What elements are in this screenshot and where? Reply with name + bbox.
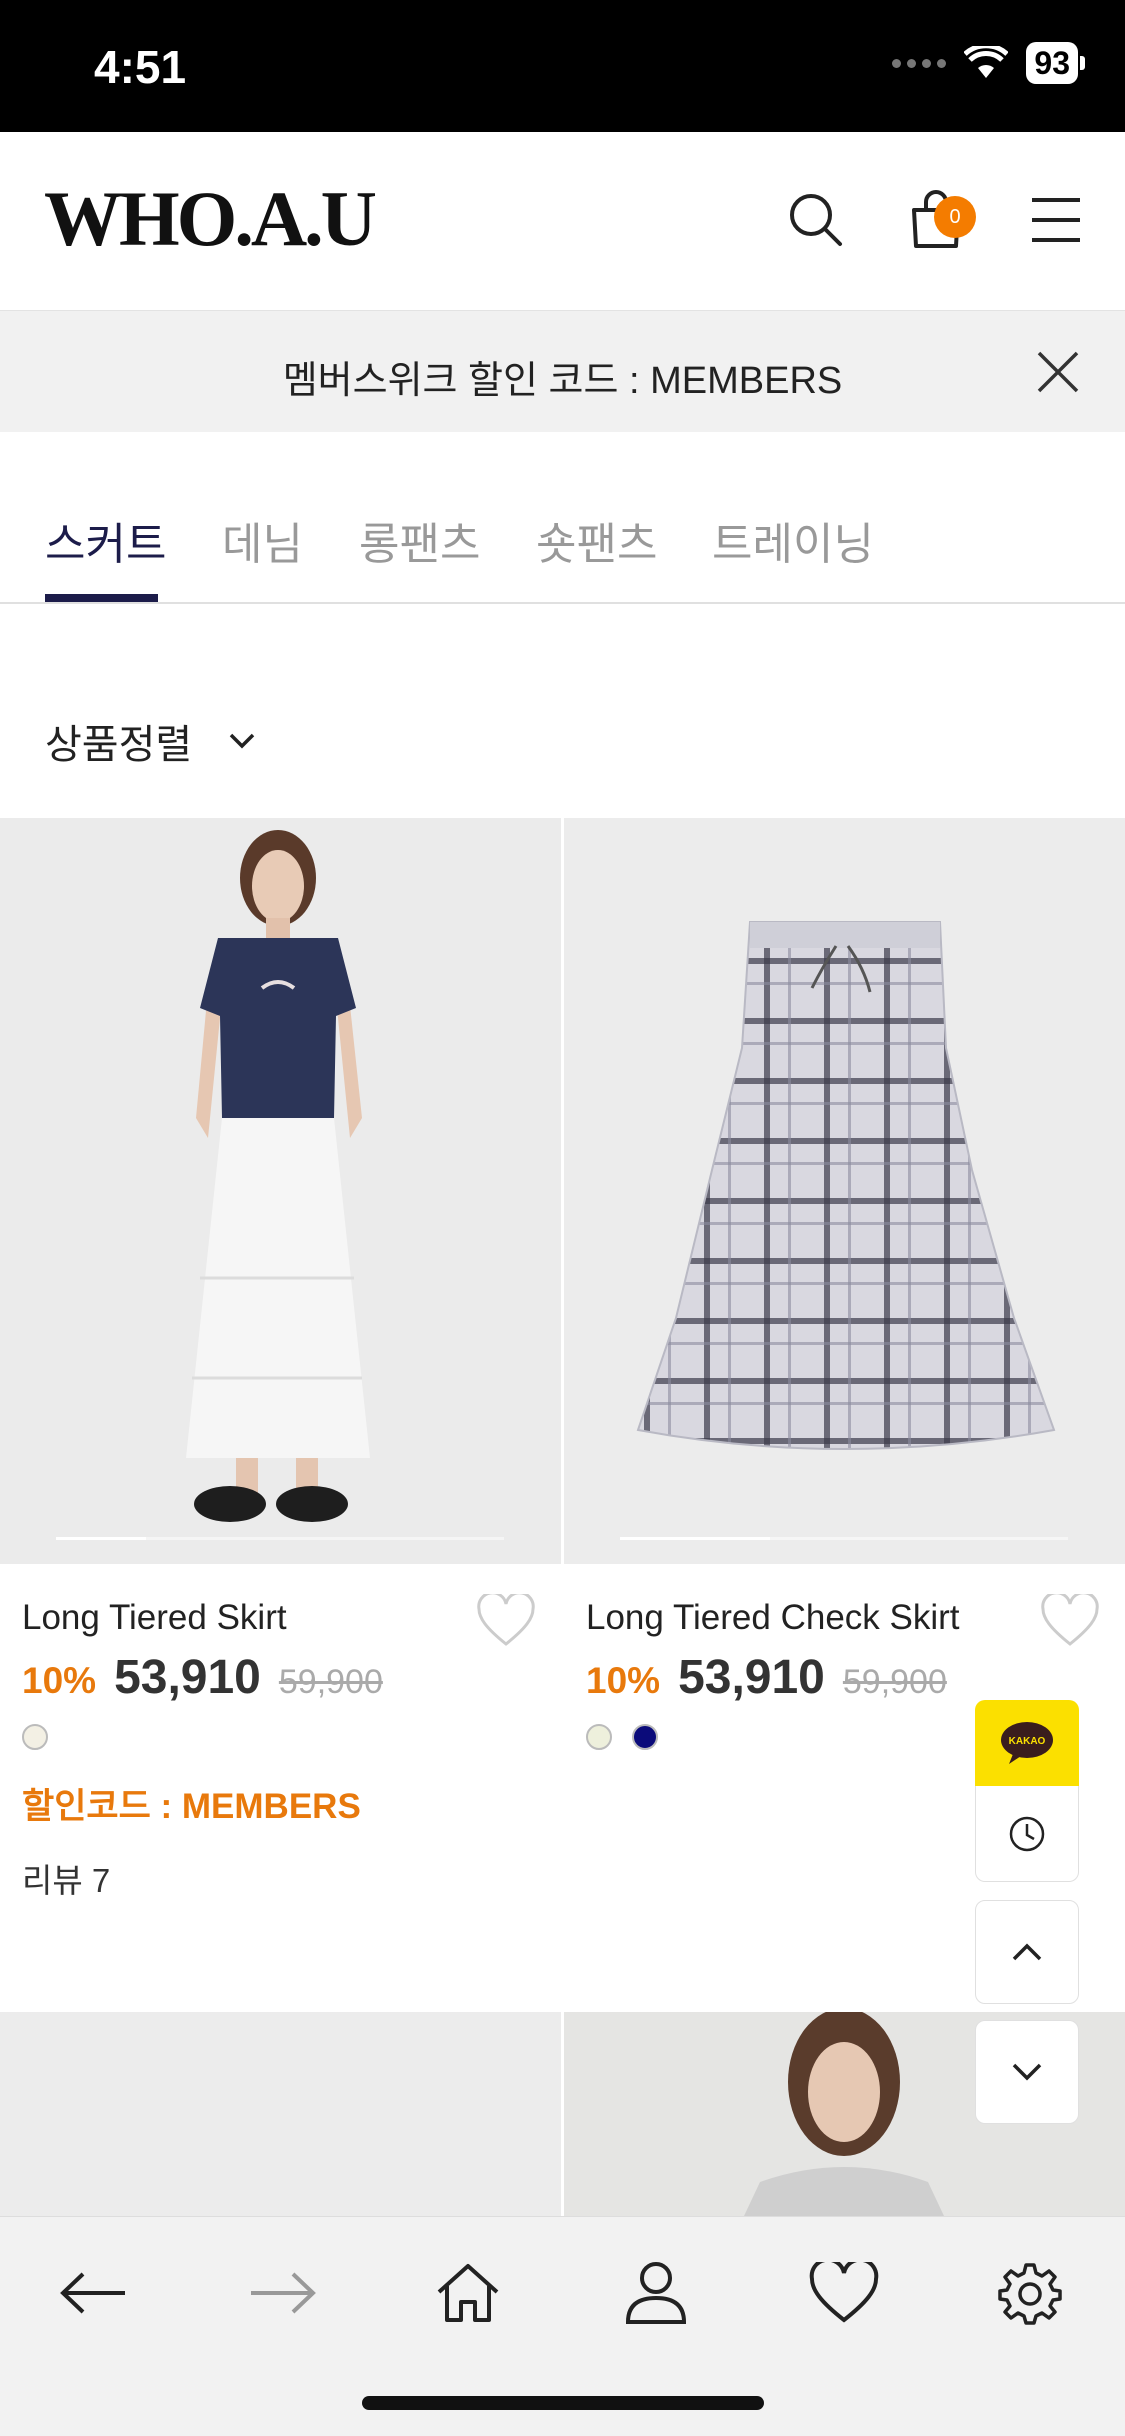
status-indicators: 93	[892, 42, 1085, 84]
account-button[interactable]	[616, 2253, 696, 2333]
sort-label: 상품정렬	[45, 723, 193, 767]
scroll-top-button[interactable]	[975, 1900, 1079, 2004]
tab-skirt[interactable]: 스커트	[45, 508, 166, 572]
menu-icon[interactable]	[1026, 190, 1086, 250]
tab-long-pants[interactable]: 롱팬츠	[359, 508, 480, 572]
promo-banner: 멤버스위크 할인 코드 : MEMBERS	[0, 310, 1125, 432]
discount-rate: 10%	[586, 1660, 661, 1701]
cellular-signal-icon	[892, 58, 947, 68]
kakao-chat-button[interactable]: KAKAO	[975, 1700, 1079, 1786]
discount-rate: 10%	[22, 1660, 97, 1701]
product-name[interactable]: Long Tiered Skirt	[22, 1598, 287, 1638]
price-row: 10% 53,910 59,900	[22, 1650, 383, 1705]
image-carousel-progress	[620, 1537, 1068, 1540]
search-icon[interactable]	[786, 190, 846, 250]
color-swatches	[22, 1724, 48, 1750]
chevron-up-icon	[1012, 1943, 1042, 1961]
tab-denim[interactable]: 데님	[222, 508, 303, 572]
coupon-code-text: 할인코드 : MEMBERS	[22, 1787, 361, 1826]
status-bar: 4:51 93	[0, 0, 1125, 132]
sale-price: 53,910	[114, 1651, 261, 1704]
heart-icon[interactable]	[476, 1594, 536, 1648]
price-row: 10% 53,910 59,900	[586, 1650, 947, 1705]
settings-button[interactable]	[990, 2253, 1070, 2333]
wishlist-button[interactable]	[804, 2253, 884, 2333]
sale-price: 53,910	[678, 1651, 825, 1704]
brand-logo[interactable]: WHO.A.U	[44, 174, 377, 264]
gear-icon	[998, 2263, 1062, 2325]
cart-count-badge: 0	[934, 196, 976, 238]
battery-level: 93	[1026, 42, 1078, 84]
product-image[interactable]	[0, 2012, 561, 2216]
product-image-long-tiered-check-skirt[interactable]	[564, 818, 1125, 1564]
clock-icon	[1009, 1816, 1045, 1851]
check-skirt-photo	[564, 818, 1125, 1564]
kakao-label: KAKAO	[1009, 1736, 1046, 1747]
close-icon[interactable]	[1035, 349, 1081, 395]
back-button[interactable]	[54, 2253, 134, 2333]
status-time: 4:51	[94, 41, 187, 93]
review-count[interactable]: 리뷰 7	[22, 1854, 110, 1902]
original-price: 59,900	[278, 1663, 383, 1701]
product-name[interactable]: Long Tiered Check Skirt	[586, 1598, 960, 1638]
promo-text: 멤버스위크 할인 코드 : MEMBERS	[282, 360, 843, 402]
color-swatch[interactable]	[632, 1724, 658, 1750]
image-carousel-progress	[56, 1537, 504, 1540]
recent-view-button[interactable]	[975, 1786, 1079, 1882]
color-swatch[interactable]	[586, 1724, 612, 1750]
active-tab-indicator	[45, 594, 158, 602]
arrow-right-icon	[251, 2272, 316, 2314]
home-indicator	[362, 2396, 764, 2410]
home-icon	[437, 2264, 499, 2322]
scroll-bottom-button[interactable]	[975, 2020, 1079, 2124]
category-tabs: 스커트 데님 롱팬츠 숏팬츠 트레이닝	[0, 432, 1125, 604]
user-icon	[625, 2262, 687, 2324]
wifi-icon	[964, 46, 1009, 78]
arrow-left-icon	[60, 2272, 125, 2314]
chevron-down-icon	[229, 733, 255, 749]
chevron-down-icon	[1012, 2063, 1042, 2081]
original-price: 59,900	[842, 1663, 947, 1701]
heart-icon[interactable]	[1040, 1594, 1100, 1648]
model-photo	[0, 818, 561, 1564]
home-button[interactable]	[428, 2253, 508, 2333]
heart-icon	[809, 2262, 879, 2323]
color-swatches	[586, 1724, 658, 1750]
color-swatch[interactable]	[22, 1724, 48, 1750]
forward-button[interactable]	[242, 2253, 322, 2333]
product-image-long-tiered-skirt[interactable]	[0, 818, 561, 1564]
kakao-icon: KAKAO	[1001, 1722, 1053, 1764]
tab-training[interactable]: 트레이닝	[712, 508, 874, 572]
tab-short-pants[interactable]: 숏팬츠	[536, 508, 657, 572]
battery-icon: 93	[1026, 42, 1085, 84]
sort-dropdown[interactable]: 상품정렬	[45, 712, 256, 770]
